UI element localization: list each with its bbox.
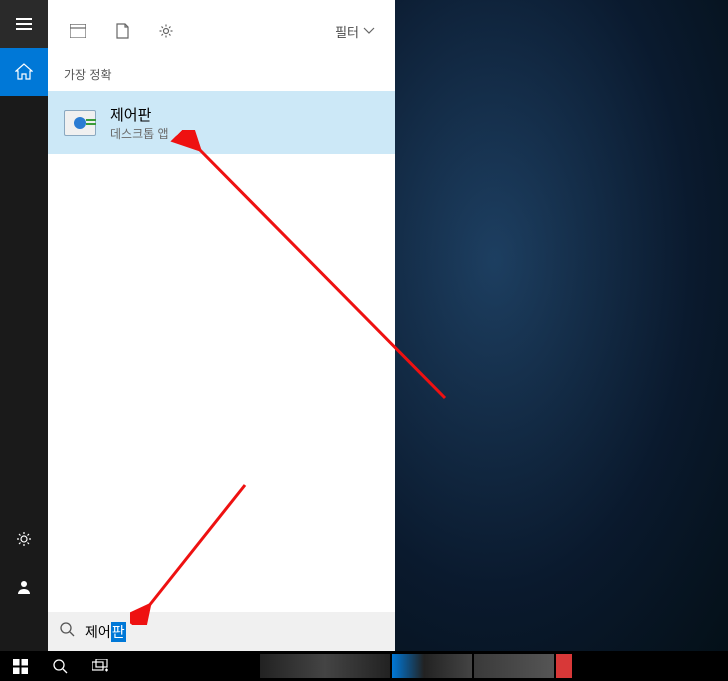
- search-input-box[interactable]: 제어판: [48, 612, 395, 651]
- search-icon: [53, 659, 68, 674]
- section-header-best-match: 가장 정확: [48, 62, 395, 91]
- hamburger-icon: [16, 18, 32, 30]
- apps-icon: [70, 24, 86, 38]
- search-results-panel: 필터 가장 정확 제어판 데스크톱 앱 제어판: [48, 0, 395, 651]
- search-result-control-panel[interactable]: 제어판 데스크톱 앱: [48, 91, 395, 154]
- result-subtitle: 데스크톱 앱: [110, 125, 169, 142]
- search-text: 제어판: [85, 622, 126, 642]
- documents-filter-button[interactable]: [104, 13, 140, 49]
- taskbar-search-button[interactable]: [40, 651, 80, 681]
- windows-icon: [13, 659, 28, 674]
- taskbar-running-apps: [260, 654, 572, 678]
- result-text-block: 제어판 데스크톱 앱: [110, 104, 169, 142]
- results-empty-area: [48, 154, 395, 612]
- settings-filter-button[interactable]: [148, 13, 184, 49]
- search-completion-text: 판: [111, 622, 126, 642]
- start-menu-sidebar: [0, 0, 48, 651]
- start-button[interactable]: [0, 651, 40, 681]
- gear-icon: [15, 530, 33, 548]
- home-button[interactable]: [0, 48, 48, 96]
- task-view-button[interactable]: [80, 651, 120, 681]
- settings-button[interactable]: [0, 515, 48, 563]
- filter-label: 필터: [335, 22, 359, 41]
- search-icon: [60, 622, 75, 642]
- home-icon: [15, 63, 33, 81]
- search-typed-text: 제어: [85, 622, 111, 642]
- document-icon: [116, 23, 129, 39]
- desktop-background: [395, 0, 728, 651]
- filter-dropdown[interactable]: 필터: [327, 18, 383, 45]
- account-button[interactable]: [0, 563, 48, 611]
- taskbar-app-1[interactable]: [260, 654, 390, 678]
- taskbar: [0, 651, 728, 681]
- gear-icon: [158, 23, 174, 39]
- apps-filter-button[interactable]: [60, 13, 96, 49]
- hamburger-menu-button[interactable]: [0, 0, 48, 48]
- taskbar-app-4[interactable]: [556, 654, 572, 678]
- taskbar-app-2[interactable]: [392, 654, 472, 678]
- account-icon: [15, 578, 33, 596]
- panel-header: 필터: [48, 0, 395, 62]
- control-panel-icon: [64, 110, 96, 136]
- task-view-icon: [92, 659, 108, 673]
- taskbar-app-3[interactable]: [474, 654, 554, 678]
- chevron-down-icon: [363, 27, 375, 35]
- result-title: 제어판: [110, 104, 169, 125]
